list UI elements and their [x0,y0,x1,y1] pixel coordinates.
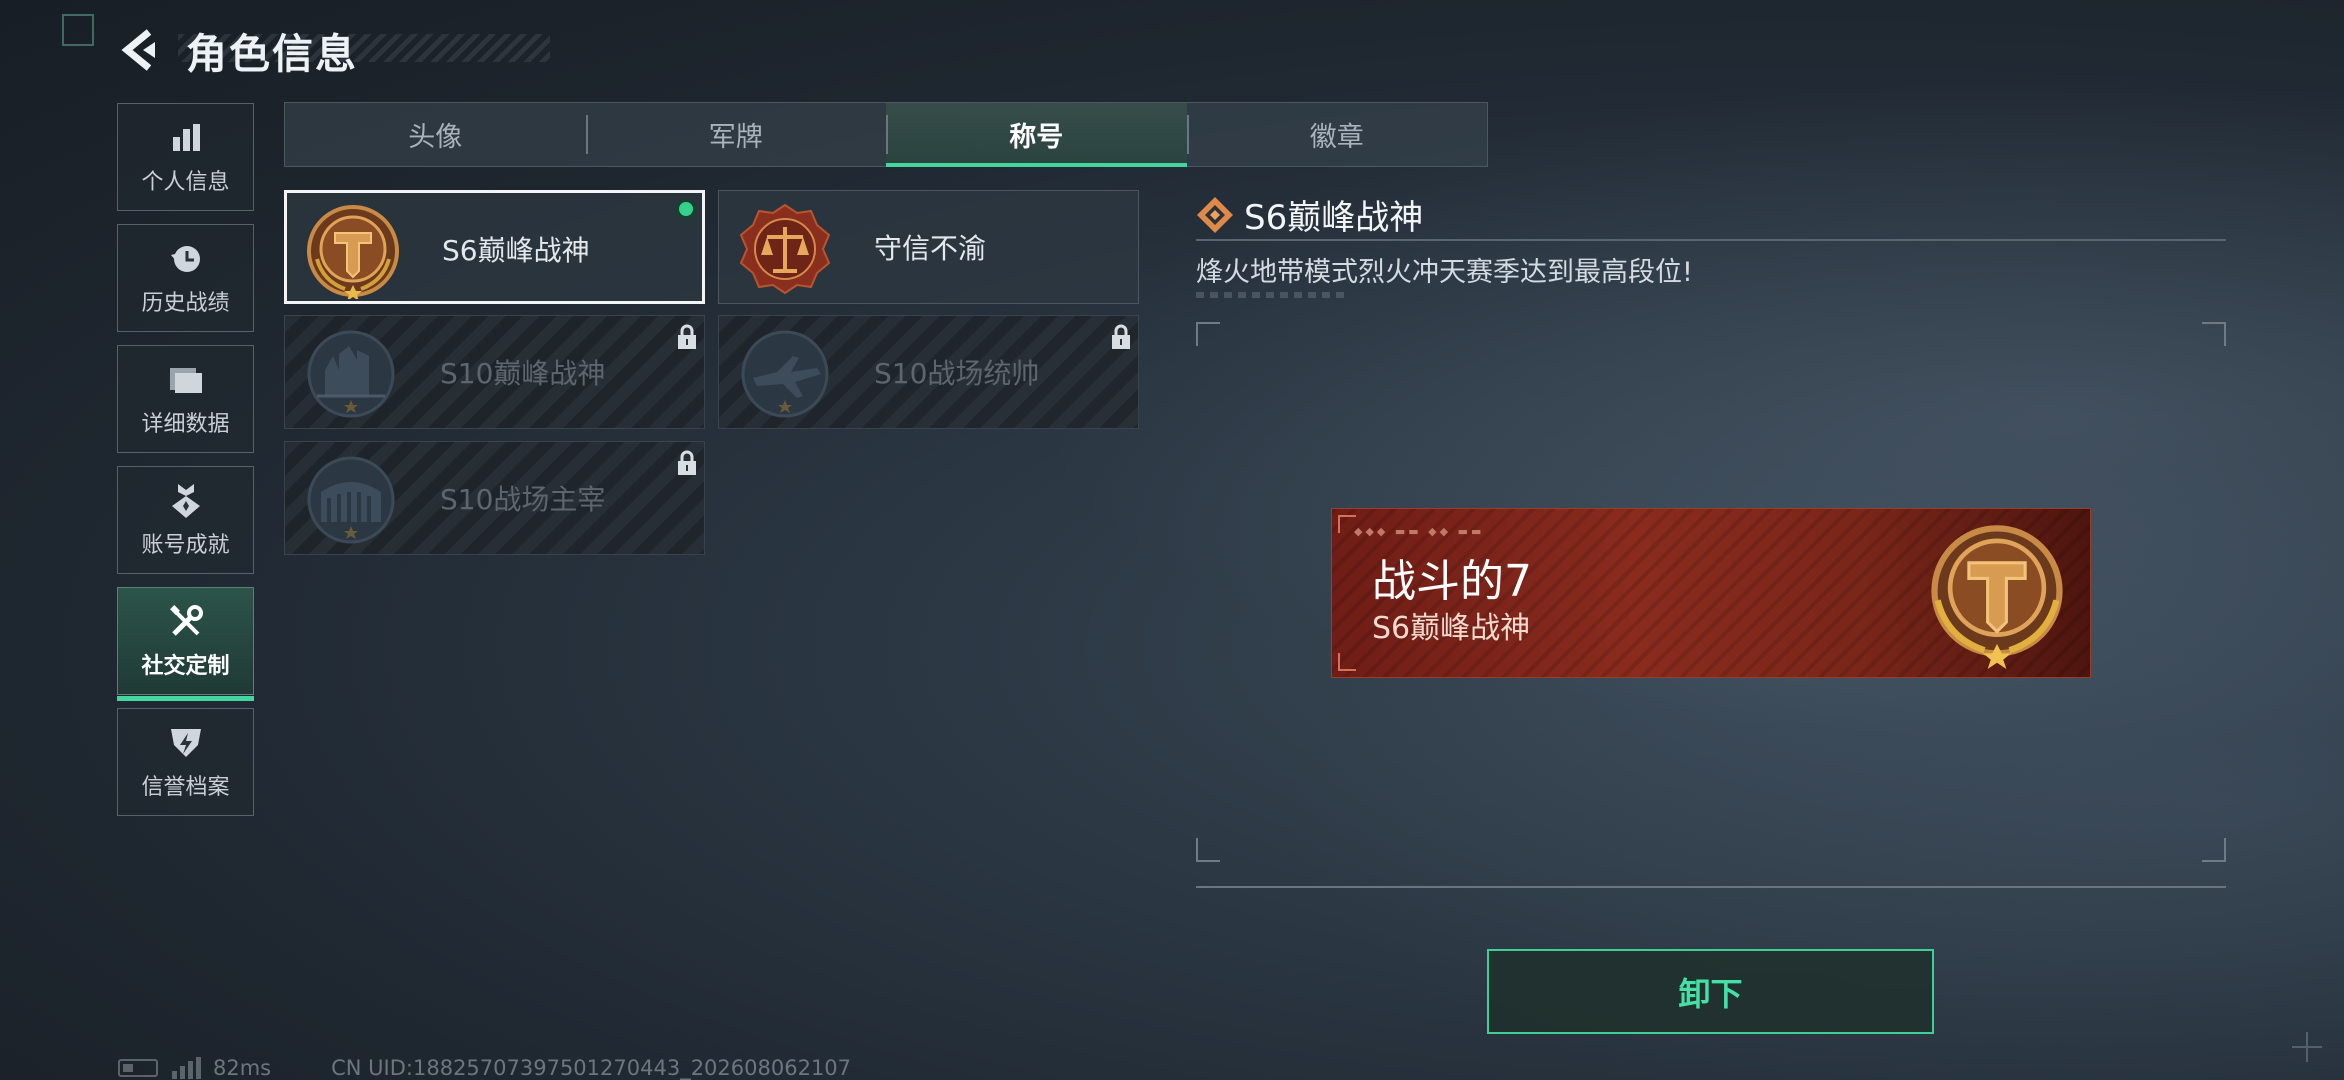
tab-title[interactable]: 称号 [886,103,1187,167]
banner-bracket [1338,515,1356,533]
title-banner-preview: ◆◆◆ ▬▬ ◆◆ ▬▬ 战斗的7 S6巅峰战神 [1331,508,2091,678]
sidebar-item-label: 账号成就 [141,533,230,558]
title-card-s10-commander[interactable]: S10战场统帅 [718,315,1139,429]
preview-frame-corner [1196,322,1220,346]
colosseum-emblem-icon [307,456,395,544]
unequip-button[interactable]: 卸下 [1487,949,1934,1034]
decorative-dash [1196,292,1346,298]
tab-avatar[interactable]: 头像 [285,103,586,166]
uid-text: CN UID:18825707397501270443_202608062107 [331,1056,852,1080]
achievement-medal-icon [166,481,206,521]
banner-bracket [1338,653,1356,671]
tab-badge[interactable]: 徽章 [1186,103,1488,166]
tools-icon [166,602,206,642]
lock-icon [678,450,696,475]
lock-icon [678,324,696,349]
scales-emblem-icon [739,203,831,295]
tab-military-tag[interactable]: 军牌 [585,103,887,166]
peak-warrior-emblem-icon [1931,525,2063,669]
page-title: 角色信息 [186,30,358,78]
title-card-name: 守信不渝 [874,232,987,265]
peak-warrior-emblem-icon [307,205,399,299]
sidebar-item-credit-record[interactable]: 信誉档案 [117,708,254,816]
title-card-name: S6巅峰战神 [442,234,590,267]
status-bar: 82ms CN UID:18825707397501270443_2026080… [118,1056,851,1080]
diamond-title-icon [1197,196,1233,233]
equipped-indicator [676,199,696,219]
folder-icon [166,360,206,400]
sidebar-item-label: 信誉档案 [141,775,230,800]
title-card-name: S10战场主宰 [440,483,606,516]
title-card-name: S10巅峰战神 [440,357,606,390]
sidebar-item-history[interactable]: 历史战绩 [117,224,254,332]
sidebar-item-label: 历史战绩 [141,291,230,316]
detail-description: 烽火地带模式烈火冲天赛季达到最高段位! [1196,257,1693,288]
divider [1196,239,2226,241]
lock-icon [1112,324,1130,349]
sidebar-item-label: 社交定制 [141,654,230,679]
banner-code-decoration: ◆◆◆ ▬▬ ◆◆ ▬▬ [1354,525,1485,538]
signal-icon [172,1057,201,1079]
aircraft-emblem-icon [741,330,829,418]
sidebar-item-label: 详细数据 [141,412,230,437]
banner-title-name: S6巅峰战神 [1372,611,1531,646]
title-card-s6-peak[interactable]: S6巅峰战神 [284,190,705,304]
back-button[interactable] [118,26,160,74]
ping-value: 82ms [213,1056,272,1080]
sidebar-item-label: 个人信息 [141,170,230,195]
detail-title: S6巅峰战神 [1244,198,1424,238]
sidebar-item-social-custom[interactable]: 社交定制 [117,587,254,701]
sidebar-item-achievements[interactable]: 账号成就 [117,466,254,574]
title-card-name: S10战场统帅 [874,357,1040,390]
back-arrow-icon [121,29,155,71]
detail-header: S6巅峰战神 [1196,190,1423,239]
battery-icon [118,1059,158,1077]
sidebar-item-detailed-data[interactable]: 详细数据 [117,345,254,453]
title-card-s10-peak[interactable]: S10巅峰战神 [284,315,705,429]
credit-shield-icon [166,723,206,763]
divider [1196,886,2226,888]
crosshair-icon [2292,1032,2322,1062]
preview-frame-corner [2202,838,2226,862]
bar-chart-icon [166,118,206,158]
city-ruins-emblem-icon [307,330,395,418]
banner-player-name: 战斗的7 [1372,556,1532,607]
title-card-trustworthy[interactable]: 守信不渝 [718,190,1139,304]
title-card-s10-dominator[interactable]: S10战场主宰 [284,441,705,555]
preview-frame-corner [1196,838,1220,862]
preview-frame-corner [2202,322,2226,346]
sidebar-item-personal-info[interactable]: 个人信息 [117,103,254,211]
sidebar: 个人信息 历史战绩 详细数据 账号成就 社交定制 信誉档案 [117,103,255,829]
history-clock-icon [166,239,206,279]
tab-bar: 头像 军牌 称号 徽章 [284,102,1488,167]
corner-marker [62,14,94,46]
